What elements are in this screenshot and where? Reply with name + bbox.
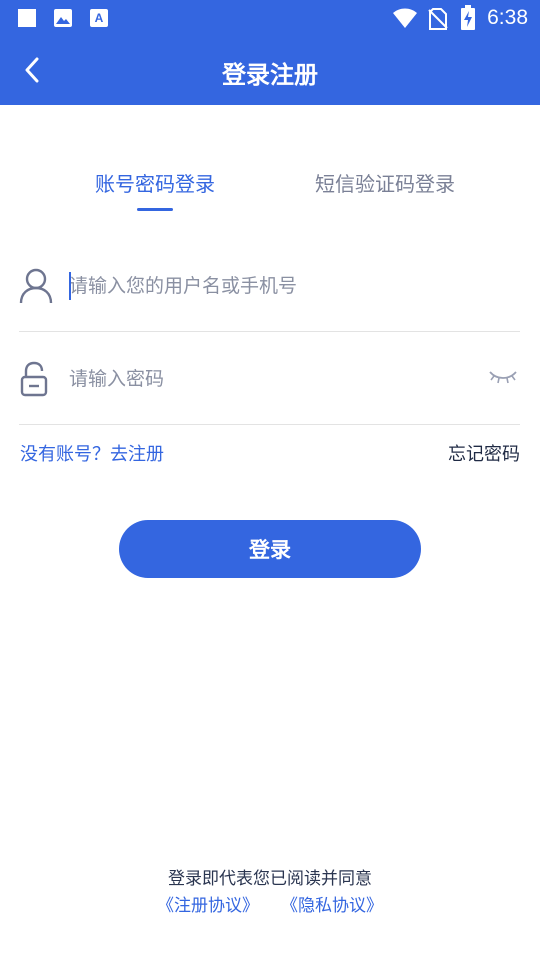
agreement-notice: 登录即代表您已阅读并同意 《注册协议》 《隐私协议》 bbox=[0, 864, 540, 916]
tab-sms-login[interactable]: 短信验证码登录 bbox=[315, 168, 455, 197]
app-header: 登录注册 bbox=[0, 36, 540, 105]
battery-charging-icon bbox=[461, 5, 475, 30]
register-link[interactable]: 没有账号？去注册 bbox=[20, 440, 164, 466]
eye-closed-icon bbox=[489, 371, 517, 384]
terms-link[interactable]: 《注册协议》 bbox=[157, 896, 259, 916]
status-time: 6:38 bbox=[487, 6, 528, 29]
password-visibility-toggle[interactable] bbox=[488, 366, 518, 390]
password-field bbox=[19, 333, 520, 425]
login-button[interactable]: 登录 bbox=[119, 520, 421, 578]
agreement-text: 登录即代表您已阅读并同意 bbox=[168, 869, 372, 889]
active-tab-indicator bbox=[137, 208, 173, 211]
a-icon: A bbox=[90, 9, 108, 27]
page-title: 登录注册 bbox=[222, 61, 318, 89]
agreement-links: 《注册协议》 《隐私协议》 bbox=[0, 891, 540, 916]
square-icon bbox=[18, 9, 36, 27]
text-caret bbox=[69, 272, 71, 300]
status-bar: A 6:38 bbox=[0, 0, 540, 36]
lock-icon bbox=[20, 361, 48, 397]
tab-password-login[interactable]: 账号密码登录 bbox=[95, 168, 215, 197]
wifi-icon bbox=[393, 8, 417, 28]
username-field bbox=[19, 240, 520, 332]
no-sim-icon bbox=[428, 8, 448, 30]
password-input[interactable] bbox=[69, 364, 469, 394]
forgot-password-link[interactable]: 忘记密码 bbox=[448, 440, 520, 466]
image-icon bbox=[54, 9, 72, 27]
username-input[interactable] bbox=[69, 271, 469, 301]
user-icon bbox=[19, 268, 53, 304]
privacy-link[interactable]: 《隐私协议》 bbox=[281, 896, 383, 916]
svg-text:A: A bbox=[95, 11, 104, 25]
